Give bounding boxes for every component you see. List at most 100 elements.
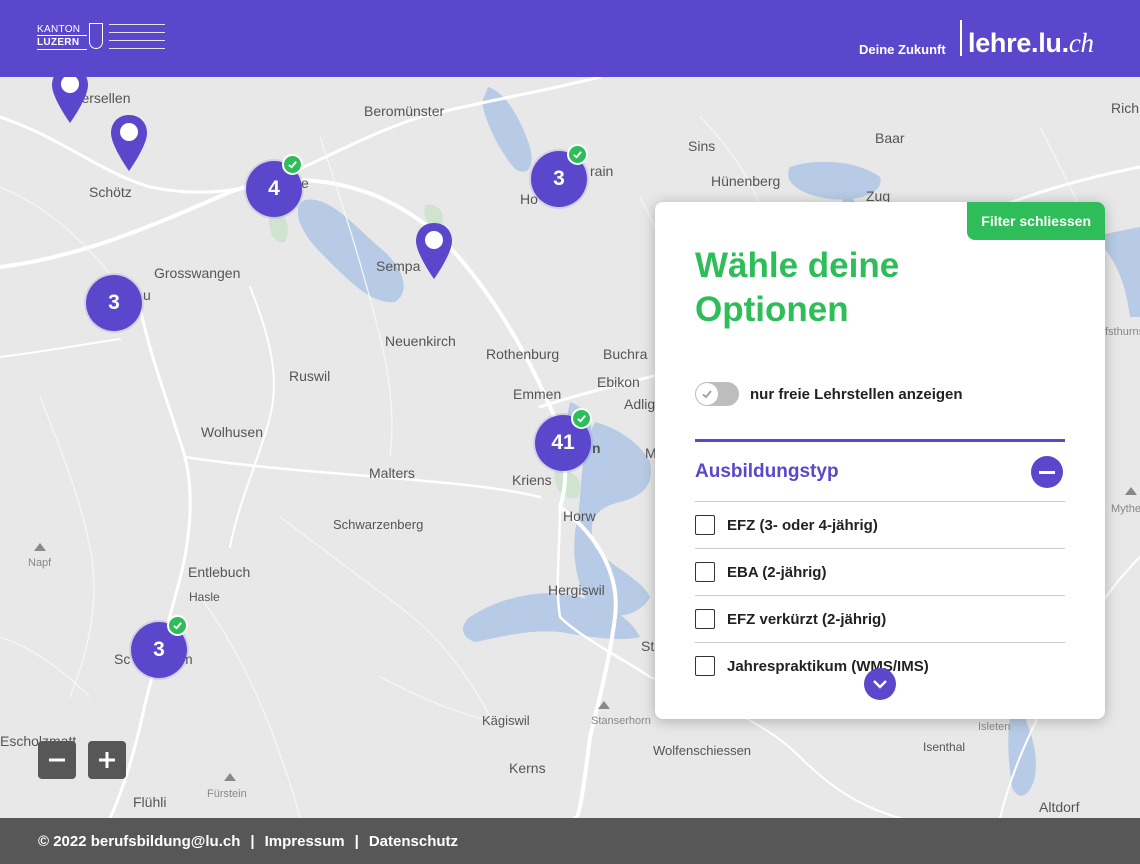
map-label: Buchra [603,346,648,362]
option-label: EFZ (3- oder 4-jährig) [727,516,878,534]
option-label: Jahrespraktikum (WMS/IMS) [727,657,929,675]
map-label: Mythe [1111,503,1140,515]
map-label: Stanserhorn [591,715,651,727]
option-label: EBA (2-jährig) [727,563,827,581]
map-label: n [592,440,601,456]
plus-icon [99,752,115,768]
map-label: Sc [114,651,131,667]
map-label: Wolfenschiessen [653,743,752,758]
map-label: Isenthal [923,740,966,754]
map-label: Hünenberg [711,173,781,189]
logo-line [109,32,165,33]
footer-datenschutz-link[interactable]: Datenschutz [369,833,458,850]
option-checkbox[interactable] [695,609,715,629]
footer-copyright-link[interactable]: © 2022 berufsbildung@lu.ch [38,833,240,850]
map-label: Schötz [89,184,132,200]
map-label: Kriens [512,472,552,488]
section-title-ausbildungstyp[interactable]: Ausbildungstyp [695,461,839,483]
footer-separator: | [354,832,359,850]
map-label: Fürstein [207,788,247,800]
option-checkbox[interactable] [695,656,715,676]
scroll-down-button[interactable] [864,668,896,700]
map-label: Flühli [133,794,167,810]
map-label: Emmen [513,386,562,402]
check-icon [282,154,303,175]
chevron-down-icon [873,680,887,689]
minus-icon [49,758,65,762]
brand-divider [960,20,962,56]
map-label: Rothenburg [486,346,560,362]
logo-text-luzern: LUZERN [37,37,80,48]
check-icon [167,615,188,636]
option-checkbox[interactable] [695,515,715,535]
logo-text-kanton: KANTON [37,24,81,35]
section-divider [695,439,1065,442]
map-label: Baar [875,130,905,146]
filter-panel: Filter schliessen Wähle deine Optionen n… [655,202,1105,719]
toggle-knob [696,383,718,405]
map-label: Adlig [624,396,656,412]
map-label: Neuenkirch [385,333,456,349]
location-pin-icon[interactable] [50,77,90,127]
map-label: Sins [688,138,716,154]
option-checkbox[interactable] [695,562,715,582]
toggle-label: nur freie Lehrstellen anzeigen [750,386,963,403]
map-label: Schwarzenberg [333,517,424,532]
map-label: rain [590,163,614,179]
map-label: Ruswil [289,368,331,384]
brand-suffix: ch [1068,28,1094,58]
panel-title: Wähle deine Optionen [695,246,900,329]
cluster-count: 3 [153,638,165,661]
map-label: Hergiswil [548,582,605,598]
logo-rule [37,49,87,50]
map-label: St [641,638,655,654]
zoom-out-button[interactable] [38,741,76,779]
map-label: Kerns [509,760,546,776]
logo-rule [37,35,87,36]
map-label: Entlebuch [188,564,251,580]
map-label: u [143,287,151,303]
cluster-count: 3 [553,167,565,190]
option-label: EFZ verkürzt (2-jährig) [727,610,887,628]
check-icon [702,390,712,399]
option-row[interactable]: EFZ verkürzt (2-jährig) [695,595,1065,642]
close-filter-button[interactable]: Filter schliessen [967,202,1105,240]
map-label: Horw [563,508,596,524]
location-pin-icon[interactable] [414,221,454,283]
map-label: e [301,175,309,191]
cluster-count: 4 [268,177,280,200]
logo-line [109,48,165,49]
logo-line [109,24,165,25]
map-label: Isleten [978,721,1011,733]
map-label: Beromünster [364,103,445,119]
logo-line [109,40,165,41]
map-label: Grosswangen [154,265,241,281]
site-header: KANTON LUZERN Deine Zukunft lehre.lu.ch [0,0,1140,77]
map-label: Ebikon [597,374,640,390]
cluster-count: 3 [108,291,120,314]
check-icon [567,144,588,165]
tagline: Deine Zukunft [859,42,946,57]
location-pin-icon[interactable] [109,113,149,175]
map-label: Napf [28,557,52,569]
map-label: Kägiswil [482,713,530,728]
coat-of-arms-icon [89,23,103,49]
brand-main: lehre.lu. [968,28,1069,58]
option-row[interactable]: EBA (2-jährig) [695,548,1065,595]
minus-icon [1039,470,1055,474]
footer-impressum-link[interactable]: Impressum [265,833,345,850]
map-label: fsthurns [1105,326,1140,338]
collapse-section-button[interactable] [1031,456,1063,488]
footer-separator: | [250,832,255,850]
check-icon [571,408,592,429]
map-label: Rich [1111,100,1140,116]
cluster-marker[interactable]: 3 [86,275,142,331]
map-label: Malters [369,465,415,481]
option-row[interactable]: EFZ (3- oder 4-jährig) [695,501,1065,548]
site-footer: © 2022 berufsbildung@lu.ch | Impressum |… [0,818,1140,864]
kanton-luzern-logo[interactable]: KANTON LUZERN [37,22,167,54]
free-positions-toggle[interactable] [695,382,739,406]
map-label: Altdorf [1039,799,1080,815]
brand-logo[interactable]: lehre.lu.ch [968,28,1094,59]
zoom-in-button[interactable] [88,741,126,779]
